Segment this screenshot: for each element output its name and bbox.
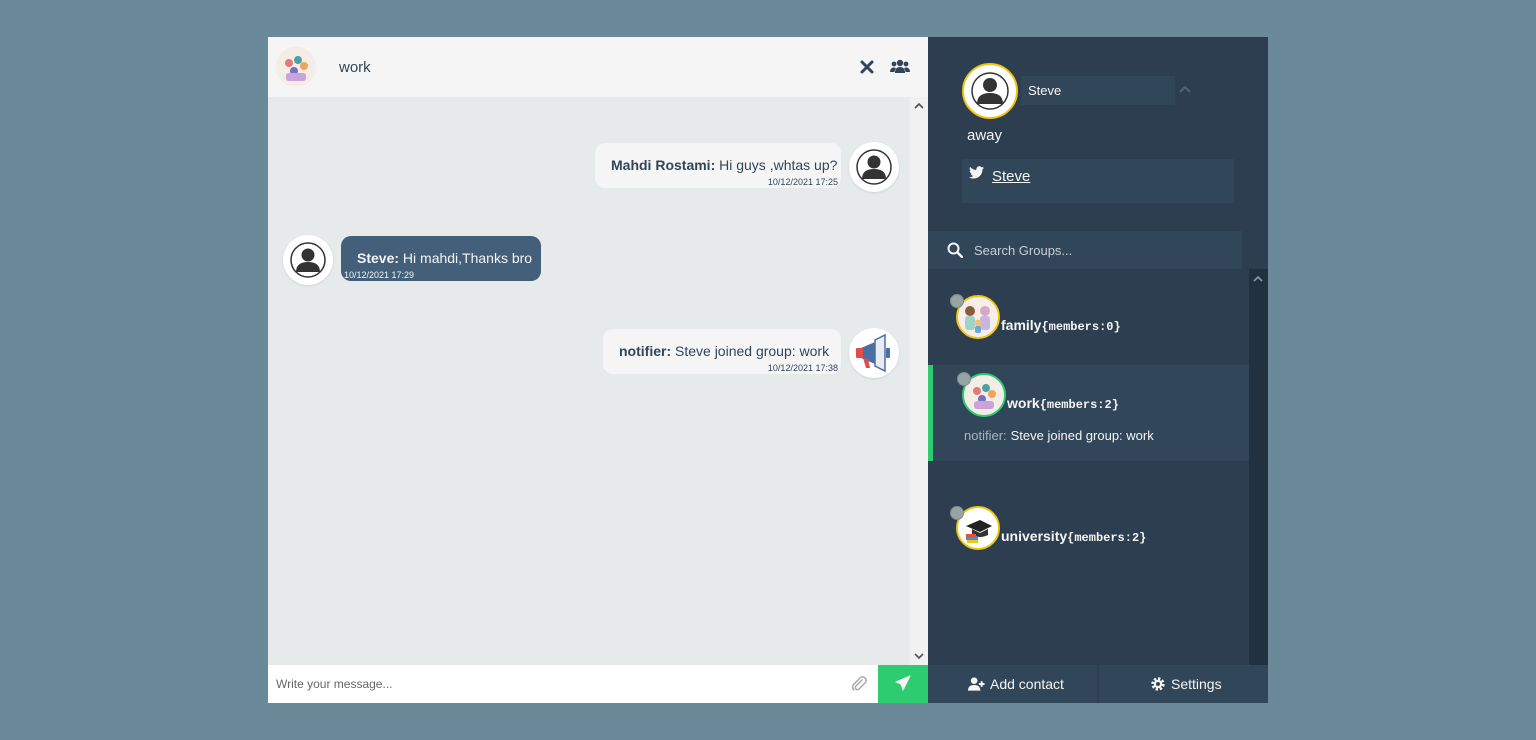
gear-icon	[1151, 677, 1165, 691]
profile-name: Steve	[1021, 76, 1175, 105]
user-silhouette-icon	[856, 149, 892, 185]
twitter-icon	[969, 166, 984, 179]
chat-panel: work Mahdi Rostami: Hi guys ,whtas up? 1…	[268, 37, 928, 703]
social-links: Steve	[962, 159, 1234, 203]
message-avatar	[283, 235, 333, 285]
message-sender: Steve:	[357, 250, 400, 266]
scroll-down-icon	[914, 653, 924, 660]
settings-label: Settings	[1171, 676, 1222, 692]
paper-plane-icon	[895, 675, 911, 690]
user-silhouette-icon	[290, 242, 326, 278]
scroll-up-icon	[914, 102, 924, 109]
group-scrollbar[interactable]	[1249, 269, 1268, 665]
sidebar-bottom-bar: Add contact Settings	[928, 665, 1268, 703]
user-plus-icon	[968, 677, 985, 691]
message-scrollbar[interactable]	[910, 97, 928, 665]
group-name: work{members:2}	[1007, 395, 1119, 412]
message-composer	[268, 665, 928, 703]
close-icon[interactable]	[858, 58, 876, 76]
message-timestamp: 10/12/2021 17:25	[767, 177, 838, 187]
chat-title: work	[339, 59, 371, 76]
preview-text: Steve joined group: work	[1010, 428, 1154, 443]
send-button[interactable]	[878, 665, 928, 703]
chat-app: work Mahdi Rostami: Hi guys ,whtas up? 1…	[268, 37, 1268, 703]
scroll-up-icon	[1253, 275, 1263, 282]
group-name-text: work	[1007, 395, 1040, 411]
message-bubble: Mahdi Rostami: Hi guys ,whtas up? 10/12/…	[595, 143, 841, 188]
message-sender: notifier:	[619, 343, 672, 359]
graduation-cap-icon	[958, 508, 998, 548]
group-avatar[interactable]	[276, 47, 316, 87]
group-name-text: university	[1001, 528, 1068, 544]
profile-status: away	[967, 127, 1003, 144]
group-item-university[interactable]: university{members:2}	[928, 461, 1249, 557]
paperclip-icon[interactable]	[850, 675, 868, 693]
message-text: Steve joined group: work	[675, 343, 830, 359]
message-text: Hi guys ,whtas up?	[719, 157, 838, 173]
user-silhouette-icon	[971, 72, 1009, 110]
message-avatar	[849, 142, 899, 192]
group-status-dot	[957, 372, 971, 386]
chat-header: work	[268, 37, 928, 97]
group-members: {members:2}	[1067, 531, 1147, 545]
profile-avatar[interactable]	[962, 63, 1018, 119]
message-bubble: Steve: Hi mahdi,Thanks bro 10/12/2021 17…	[341, 236, 541, 281]
add-contact-label: Add contact	[990, 676, 1064, 692]
megaphone-icon	[856, 333, 890, 373]
group-members: {members:0}	[1041, 320, 1121, 334]
work-group-image	[276, 47, 316, 87]
message-avatar	[849, 328, 899, 378]
group-status-dot	[950, 506, 964, 520]
add-contact-button[interactable]: Add contact	[928, 665, 1098, 703]
message-bubble: notifier: Steve joined group: work 10/12…	[603, 329, 841, 374]
group-name: family{members:0}	[1001, 317, 1121, 334]
preview-sender: notifier:	[964, 428, 1007, 443]
group-item-family[interactable]: family{members:0}	[928, 269, 1249, 365]
group-search	[928, 231, 1242, 269]
message-text: Hi mahdi,Thanks bro	[402, 250, 533, 266]
twitter-link[interactable]: Steve	[992, 168, 1030, 185]
message-timestamp: 10/12/2021 17:38	[767, 363, 838, 373]
users-icon[interactable]	[890, 58, 910, 76]
sidebar: Steve away Steve Search Groups... family…	[928, 37, 1268, 703]
chevron-up-icon[interactable]	[1179, 84, 1191, 94]
settings-button[interactable]: Settings	[1099, 665, 1269, 703]
group-list: family{members:0} work{members:2} notifi…	[928, 269, 1249, 665]
search-input[interactable]	[968, 231, 1238, 269]
group-name-text: family	[1001, 317, 1042, 333]
group-status-dot	[950, 294, 964, 308]
group-preview: notifier: Steve joined group: work	[964, 428, 1154, 443]
message-input[interactable]	[268, 665, 838, 703]
search-icon	[947, 242, 963, 258]
message-timestamp: 10/12/2021 17:29	[344, 270, 415, 280]
family-group-image	[958, 297, 998, 337]
message-sender: Mahdi Rostami:	[611, 157, 716, 173]
group-members: {members:2}	[1039, 398, 1119, 412]
group-name: university{members:2}	[1001, 528, 1146, 545]
group-item-work[interactable]: work{members:2} notifier: Steve joined gr…	[928, 365, 1249, 461]
message-list: Mahdi Rostami: Hi guys ,whtas up? 10/12/…	[268, 97, 910, 665]
